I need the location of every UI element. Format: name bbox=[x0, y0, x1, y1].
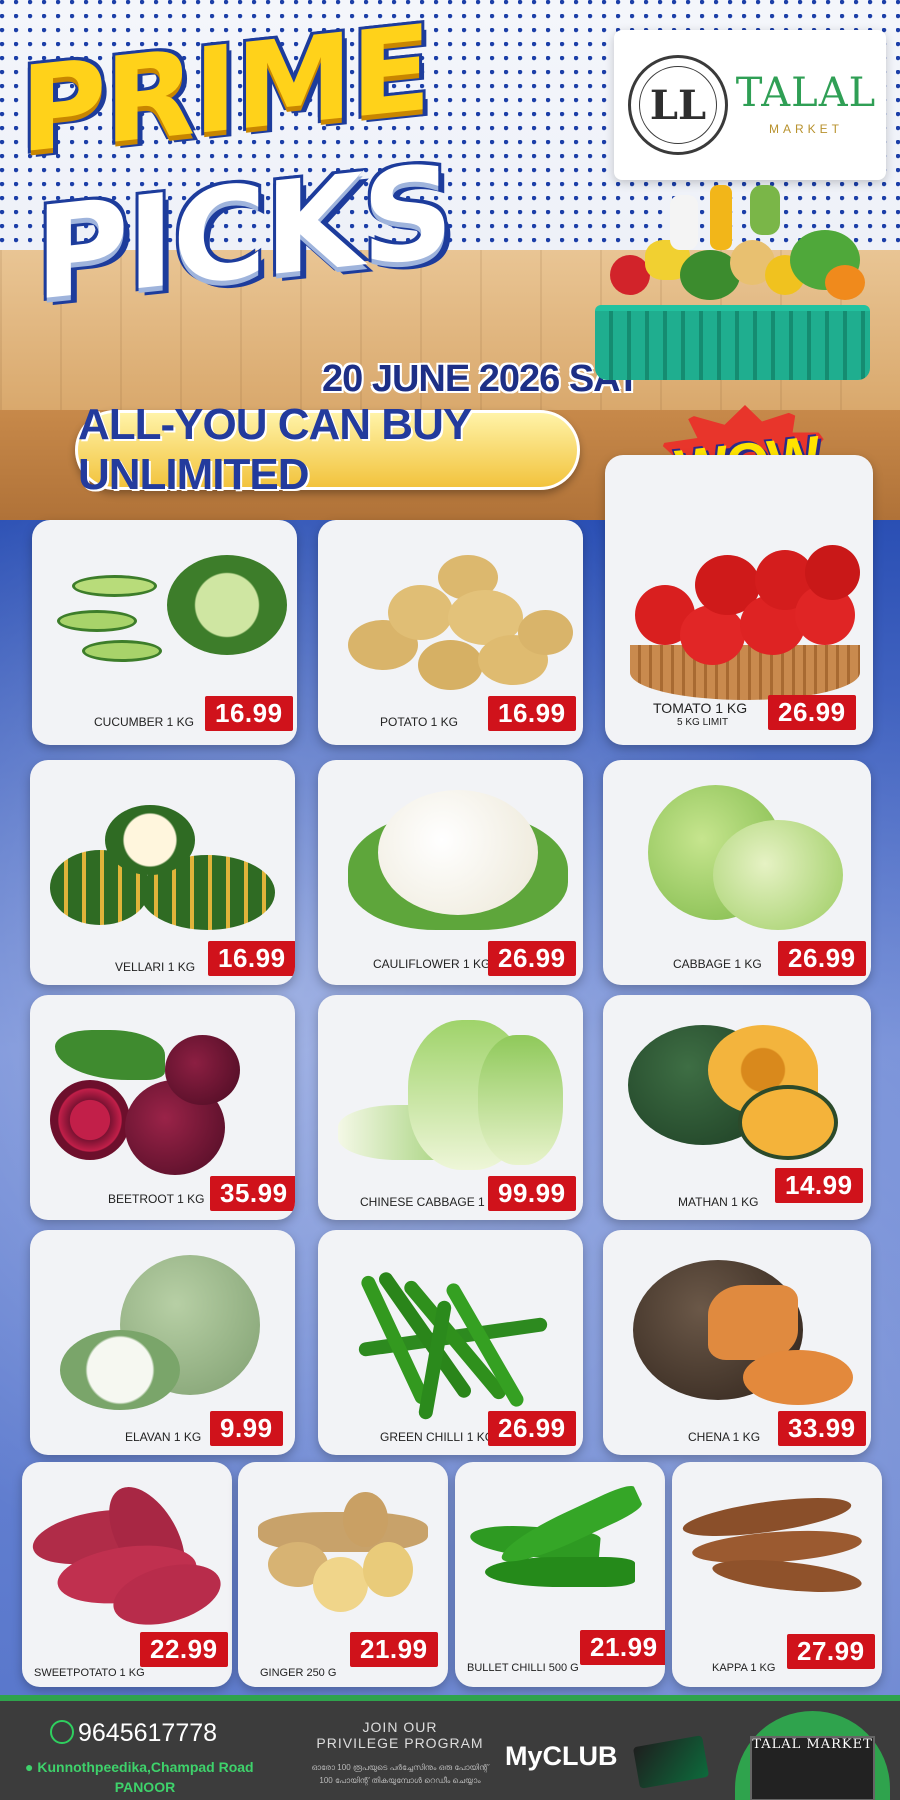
store-city: PANOOR bbox=[114, 1779, 176, 1795]
product-price: 26.99 bbox=[488, 941, 576, 976]
product-price: 35.99 bbox=[210, 1176, 295, 1211]
brand-logo: LL TALAL MARKET bbox=[614, 30, 886, 180]
product-card-sweetpotato[interactable]: SWEETPOTATO 1 KG 22.99 bbox=[22, 1462, 232, 1687]
grocery-basket-icon bbox=[600, 185, 870, 315]
banner-text: ALL-YOU CAN BUY UNLIMITED bbox=[78, 400, 471, 499]
header: PRIME PICKS 20 JUNE 2026 SAT ALL-YOU CAN… bbox=[0, 0, 900, 520]
chena-icon bbox=[613, 1240, 861, 1405]
product-card-cucumber[interactable]: CUCUMBER 1 KG 16.99 bbox=[32, 520, 297, 745]
product-price: 33.99 bbox=[778, 1411, 866, 1446]
product-price: 99.99 bbox=[488, 1176, 576, 1211]
sweetpotato-icon bbox=[28, 1472, 228, 1636]
footer: 9645617778 ● Kunnothpeedika,Champad Road… bbox=[0, 1695, 900, 1800]
elavan-icon bbox=[40, 1240, 285, 1410]
ginger-icon bbox=[248, 1472, 438, 1632]
tomato-icon bbox=[615, 465, 863, 700]
product-card-green-chilli[interactable]: GREEN CHILLI 1 KG 26.99 bbox=[318, 1230, 583, 1455]
product-card-chena[interactable]: CHENA 1 KG 33.99 bbox=[603, 1230, 871, 1455]
product-price: 21.99 bbox=[580, 1630, 665, 1665]
product-name: GINGER 250 G bbox=[260, 1667, 337, 1679]
product-card-kappa[interactable]: KAPPA 1 KG 27.99 bbox=[672, 1462, 882, 1687]
green-basket bbox=[595, 305, 870, 380]
product-card-potato[interactable]: POTATO 1 KG 16.99 bbox=[318, 520, 583, 745]
location-pin-icon: ● bbox=[25, 1759, 34, 1775]
product-name: BEETROOT 1 KG bbox=[108, 1192, 205, 1206]
product-price: 9.99 bbox=[210, 1411, 283, 1446]
store-address: ● Kunnothpeedika,Champad Road bbox=[25, 1759, 254, 1775]
unlimited-banner: ALL-YOU CAN BUY UNLIMITED bbox=[75, 400, 580, 499]
product-price: 16.99 bbox=[205, 696, 293, 731]
product-name: CHENA 1 KG bbox=[688, 1430, 761, 1444]
points-note: ഓരോ 100 രൂപയുടെ പർച്ചേസിനും ഒരു പോയിന്റ്… bbox=[311, 1763, 489, 1785]
brand-sub: MARKET bbox=[768, 122, 843, 136]
product-card-chinese-cabbage[interactable]: CHINESE CABBAGE 1 KG 99.99 bbox=[318, 995, 583, 1220]
product-price: 26.99 bbox=[768, 695, 856, 730]
cucumber-icon bbox=[42, 530, 287, 690]
product-card-ginger[interactable]: GINGER 250 G 21.99 bbox=[238, 1462, 448, 1687]
product-name: SWEETPOTATO 1 KG bbox=[34, 1667, 145, 1679]
product-limit-note: 5 KG LIMIT bbox=[677, 717, 729, 728]
product-card-bullet-chilli[interactable]: BULLET CHILLI 500 G 21.99 bbox=[455, 1462, 665, 1687]
group-seal-icon: LL bbox=[628, 55, 728, 155]
product-name: POTATO 1 KG bbox=[380, 715, 459, 729]
product-price: 16.99 bbox=[208, 941, 295, 976]
myclub-logo: MyCLUB bbox=[505, 1741, 618, 1771]
product-name: ELAVAN 1 KG bbox=[125, 1430, 202, 1444]
product-price: 14.99 bbox=[775, 1168, 863, 1203]
offer-date: 20 JUNE 2026 SAT bbox=[322, 358, 640, 400]
product-name: CHINESE CABBAGE 1 KG bbox=[360, 1195, 506, 1209]
product-name: KAPPA 1 KG bbox=[712, 1662, 776, 1674]
product-card-vellari[interactable]: VELLARI 1 KG 16.99 bbox=[30, 760, 295, 985]
product-price: 22.99 bbox=[140, 1632, 228, 1667]
product-card-cabbage[interactable]: CABBAGE 1 KG 26.99 bbox=[603, 760, 871, 985]
product-card-tomato[interactable]: TOMATO 1 KG 5 KG LIMIT 26.99 bbox=[605, 455, 873, 745]
product-card-mathan[interactable]: MATHAN 1 KG 14.99 bbox=[603, 995, 871, 1220]
product-name: VELLARI 1 KG bbox=[115, 960, 196, 974]
cabbage-icon bbox=[613, 770, 861, 930]
join-line-2: PRIVILEGE PROGRAM bbox=[316, 1735, 484, 1751]
product-name: TOMATO 1 KG bbox=[653, 700, 748, 716]
product-price: 21.99 bbox=[350, 1632, 438, 1667]
kappa-icon bbox=[680, 1472, 872, 1632]
green-chilli-icon bbox=[328, 1240, 573, 1421]
chinese-cabbage-icon bbox=[328, 1005, 573, 1170]
membership-card-icon bbox=[632, 1735, 710, 1789]
join-line-1: JOIN OUR bbox=[362, 1719, 438, 1735]
cauliflower-icon bbox=[328, 770, 573, 930]
product-price: 27.99 bbox=[787, 1634, 875, 1669]
phone-number[interactable]: 9645617778 bbox=[50, 1719, 217, 1748]
whatsapp-icon bbox=[50, 1720, 74, 1744]
product-name: CABBAGE 1 KG bbox=[673, 957, 762, 971]
product-price: 16.99 bbox=[488, 696, 576, 731]
potato-icon bbox=[328, 530, 573, 690]
product-name: CAULIFLOWER 1 KG bbox=[373, 957, 491, 971]
product-card-beetroot[interactable]: BEETROOT 1 KG 35.99 bbox=[30, 995, 295, 1220]
store-sign: TALAL MARKET bbox=[752, 1737, 873, 1752]
vellari-icon bbox=[40, 770, 285, 930]
brand-name: TALAL bbox=[735, 70, 877, 116]
product-name: GREEN CHILLI 1 KG bbox=[380, 1430, 495, 1444]
beetroot-icon bbox=[40, 1005, 285, 1175]
product-name: MATHAN 1 KG bbox=[678, 1195, 759, 1209]
mathan-icon bbox=[613, 1005, 861, 1165]
products-section: CUCUMBER 1 KG 16.99 POTATO 1 KG 16.99 TO… bbox=[0, 455, 900, 1695]
product-price: 26.99 bbox=[778, 941, 866, 976]
bullet-chilli-icon bbox=[465, 1472, 655, 1632]
product-name: BULLET CHILLI 500 G bbox=[467, 1662, 579, 1674]
product-card-cauliflower[interactable]: CAULIFLOWER 1 KG 26.99 bbox=[318, 760, 583, 985]
product-name: CUCUMBER 1 KG bbox=[94, 715, 195, 729]
privilege-program[interactable]: JOIN OUR PRIVILEGE PROGRAM bbox=[300, 1719, 500, 1751]
product-price: 26.99 bbox=[488, 1411, 576, 1446]
product-card-elavan[interactable]: ELAVAN 1 KG 9.99 bbox=[30, 1230, 295, 1455]
